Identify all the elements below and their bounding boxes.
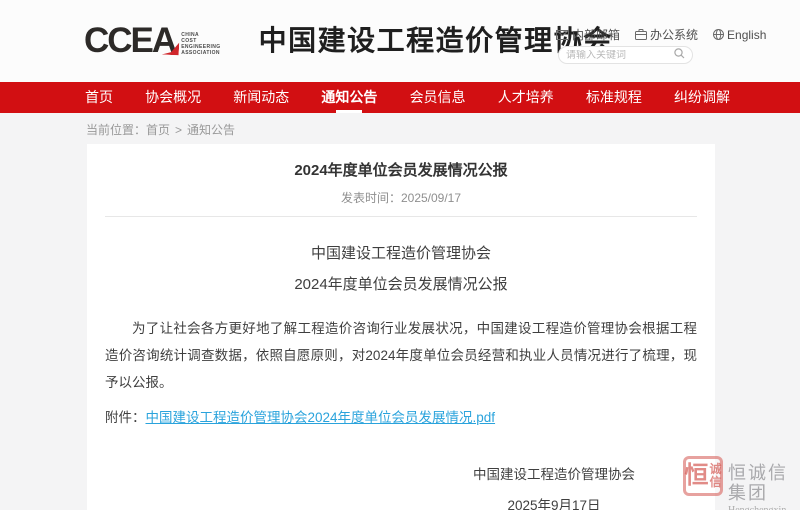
english-link[interactable]: English [713, 28, 766, 42]
nav-item-mediation[interactable]: 纠纷调解 [674, 82, 730, 113]
watermark-name: 恒诚信集团 [728, 463, 800, 503]
article-body-title-line: 2024年度单位会员发展情况公报 [97, 275, 705, 295]
ccea-logo-text: CCEA [84, 21, 175, 60]
nav-item-news[interactable]: 新闻动态 [233, 82, 289, 113]
breadcrumb-prefix: 当前位置： [86, 123, 146, 137]
site-logo[interactable]: CCEA CHINA COST ENGINEERING ASSOCIATION … [84, 21, 613, 61]
english-label: English [727, 28, 766, 42]
globe-icon [713, 29, 724, 40]
article-paragraph: 为了让社会各方更好地了解工程造价咨询行业发展状况，中国建设工程造价管理协会根据工… [105, 315, 697, 396]
nav-item-about[interactable]: 协会概况 [145, 82, 201, 113]
attachment-line: 附件：中国建设工程造价管理协会2024年度单位会员发展情况.pdf [105, 409, 697, 427]
breadcrumb-home-link[interactable]: 首页 [146, 123, 170, 137]
breadcrumb: 当前位置：首页 > 通知公告 [86, 121, 235, 138]
ccea-logo-subtext: CHINA COST ENGINEERING ASSOCIATION [181, 32, 220, 56]
article-body-org-line: 中国建设工程造价管理协会 [97, 244, 705, 264]
publish-date-line: 发表时间：2025/09/17 [97, 190, 705, 206]
signature-date: 2025年9月17日 [473, 494, 635, 510]
publish-date-value: 2025/09/17 [401, 191, 461, 205]
site-header: CCEA CHINA COST ENGINEERING ASSOCIATION … [0, 0, 800, 82]
search-box [558, 46, 693, 64]
office-system-label: 办公系统 [650, 26, 698, 43]
attachment-pdf-link[interactable]: 中国建设工程造价管理协会2024年度单位会员发展情况.pdf [146, 410, 496, 425]
title-divider [105, 216, 697, 217]
mail-icon [556, 30, 569, 40]
topbar-links: 内部邮箱 办公系统 English [556, 26, 766, 43]
search-input[interactable] [566, 50, 674, 61]
main-nav: 首页 协会概况 新闻动态 通知公告 会员信息 人才培养 标准规程 纠纷调解 [0, 82, 800, 113]
nav-item-standards[interactable]: 标准规程 [586, 82, 642, 113]
main-nav-items: 首页 协会概况 新闻动态 通知公告 会员信息 人才培养 标准规程 纠纷调解 [85, 82, 730, 113]
breadcrumb-current-link[interactable]: 通知公告 [187, 123, 235, 137]
briefcase-icon [635, 29, 647, 40]
ccea-logo: CCEA [84, 22, 175, 60]
article-card: 2024年度单位会员发展情况公报 发表时间：2025/09/17 中国建设工程造… [87, 144, 715, 510]
nav-item-members[interactable]: 会员信息 [410, 82, 466, 113]
attachment-label: 附件： [105, 410, 146, 425]
article-title: 2024年度单位会员发展情况公报 [97, 144, 705, 181]
nav-item-home[interactable]: 首页 [85, 82, 113, 113]
search-icon[interactable] [674, 46, 685, 64]
publish-date-label: 发表时间： [341, 191, 401, 205]
internal-mail-label: 内部邮箱 [572, 26, 620, 43]
logo-subtext-line: ASSOCIATION [181, 50, 220, 56]
nav-item-notices[interactable]: 通知公告 [321, 82, 377, 113]
watermark-name-en: Hengchengxin Group [728, 505, 800, 510]
internal-mail-link[interactable]: 内部邮箱 [556, 26, 620, 43]
signature-block: 中国建设工程造价管理协会 2025年9月17日 [473, 463, 635, 510]
nav-item-training[interactable]: 人才培养 [498, 82, 554, 113]
signature-org: 中国建设工程造价管理协会 [473, 463, 635, 483]
watermark-text: 恒诚信集团 Hengchengxin Group [728, 456, 800, 510]
office-system-link[interactable]: 办公系统 [635, 26, 698, 43]
breadcrumb-separator: > [175, 123, 182, 137]
